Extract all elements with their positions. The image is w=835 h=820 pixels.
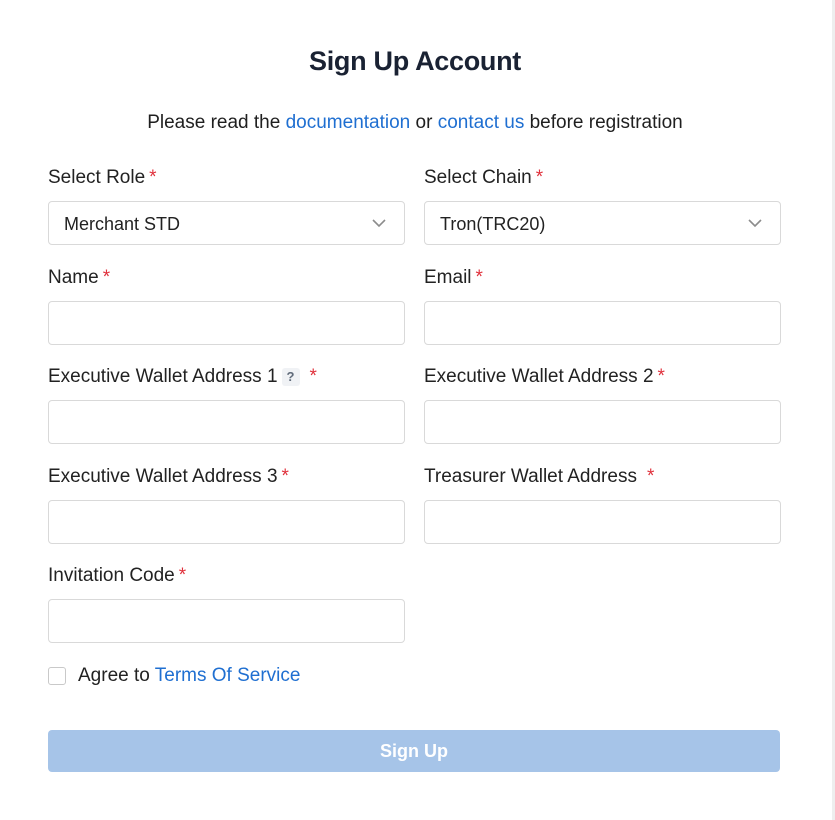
terms-row: Agree to Terms Of Service [48,664,300,688]
wallet3-label: Executive Wallet Address 3 * [48,466,289,487]
page-title: Sign Up Account [309,46,521,76]
email-label: Email * [424,267,483,288]
intro-suffix: before registration [529,112,683,133]
wallet1-input[interactable] [48,400,405,444]
name-field: Name * [48,266,405,345]
required-mark: * [535,167,544,188]
role-field: Select Role * Merchant STD [48,166,405,245]
required-mark: * [309,366,317,387]
intro-prefix: Please read the [147,112,281,133]
documentation-link[interactable]: documentation [286,112,411,133]
terms-checkbox[interactable] [48,667,66,685]
intro-mid: or [415,112,433,133]
chain-select[interactable]: Tron(TRC20) [424,201,781,245]
role-label: Select Role * [48,167,157,188]
wallet2-input[interactable] [424,400,781,444]
invitation-label: Invitation Code * [48,565,187,586]
wallet1-label: Executive Wallet Address 1? * [48,366,317,387]
wallet3-field: Executive Wallet Address 3 * [48,465,405,544]
email-input[interactable] [424,301,781,345]
role-select[interactable]: Merchant STD [48,201,405,245]
treasurer-label: Treasurer Wallet Address * [424,466,655,487]
chain-field: Select Chain * Tron(TRC20) [424,166,781,245]
wallet3-input[interactable] [48,500,405,544]
wallet2-label: Executive Wallet Address 2 * [424,366,665,387]
intro-text: Please read the documentation or contact… [0,112,830,134]
wallet1-field: Executive Wallet Address 1? * [48,365,405,444]
contact-us-link[interactable]: contact us [438,112,525,133]
role-select-value: Merchant STD [64,214,181,234]
required-mark: * [149,167,157,188]
treasurer-input[interactable] [424,500,781,544]
invitation-field: Invitation Code * [48,564,405,643]
name-label: Name * [48,267,111,288]
chevron-down-icon [372,219,386,228]
required-mark: * [657,366,665,387]
chevron-down-icon [748,219,762,228]
wallet2-field: Executive Wallet Address 2 * [424,365,781,444]
terms-of-service-link[interactable]: Terms Of Service [155,665,301,686]
required-mark: * [281,466,289,487]
required-mark: * [102,267,111,288]
terms-label: Agree to Terms Of Service [78,665,301,686]
treasurer-field: Treasurer Wallet Address * [424,465,781,544]
sign-up-page: Sign Up Account Please read the document… [0,0,835,820]
email-field: Email * [424,266,781,345]
required-mark: * [646,466,655,487]
question-mark-icon[interactable]: ? [281,368,300,386]
required-mark: * [475,267,483,288]
sign-up-button[interactable]: Sign Up [48,730,780,772]
required-mark: * [178,565,187,586]
chain-select-value: Tron(TRC20) [440,214,546,234]
name-input[interactable] [48,301,405,345]
chain-label: Select Chain * [424,167,544,188]
invitation-input[interactable] [48,599,405,643]
